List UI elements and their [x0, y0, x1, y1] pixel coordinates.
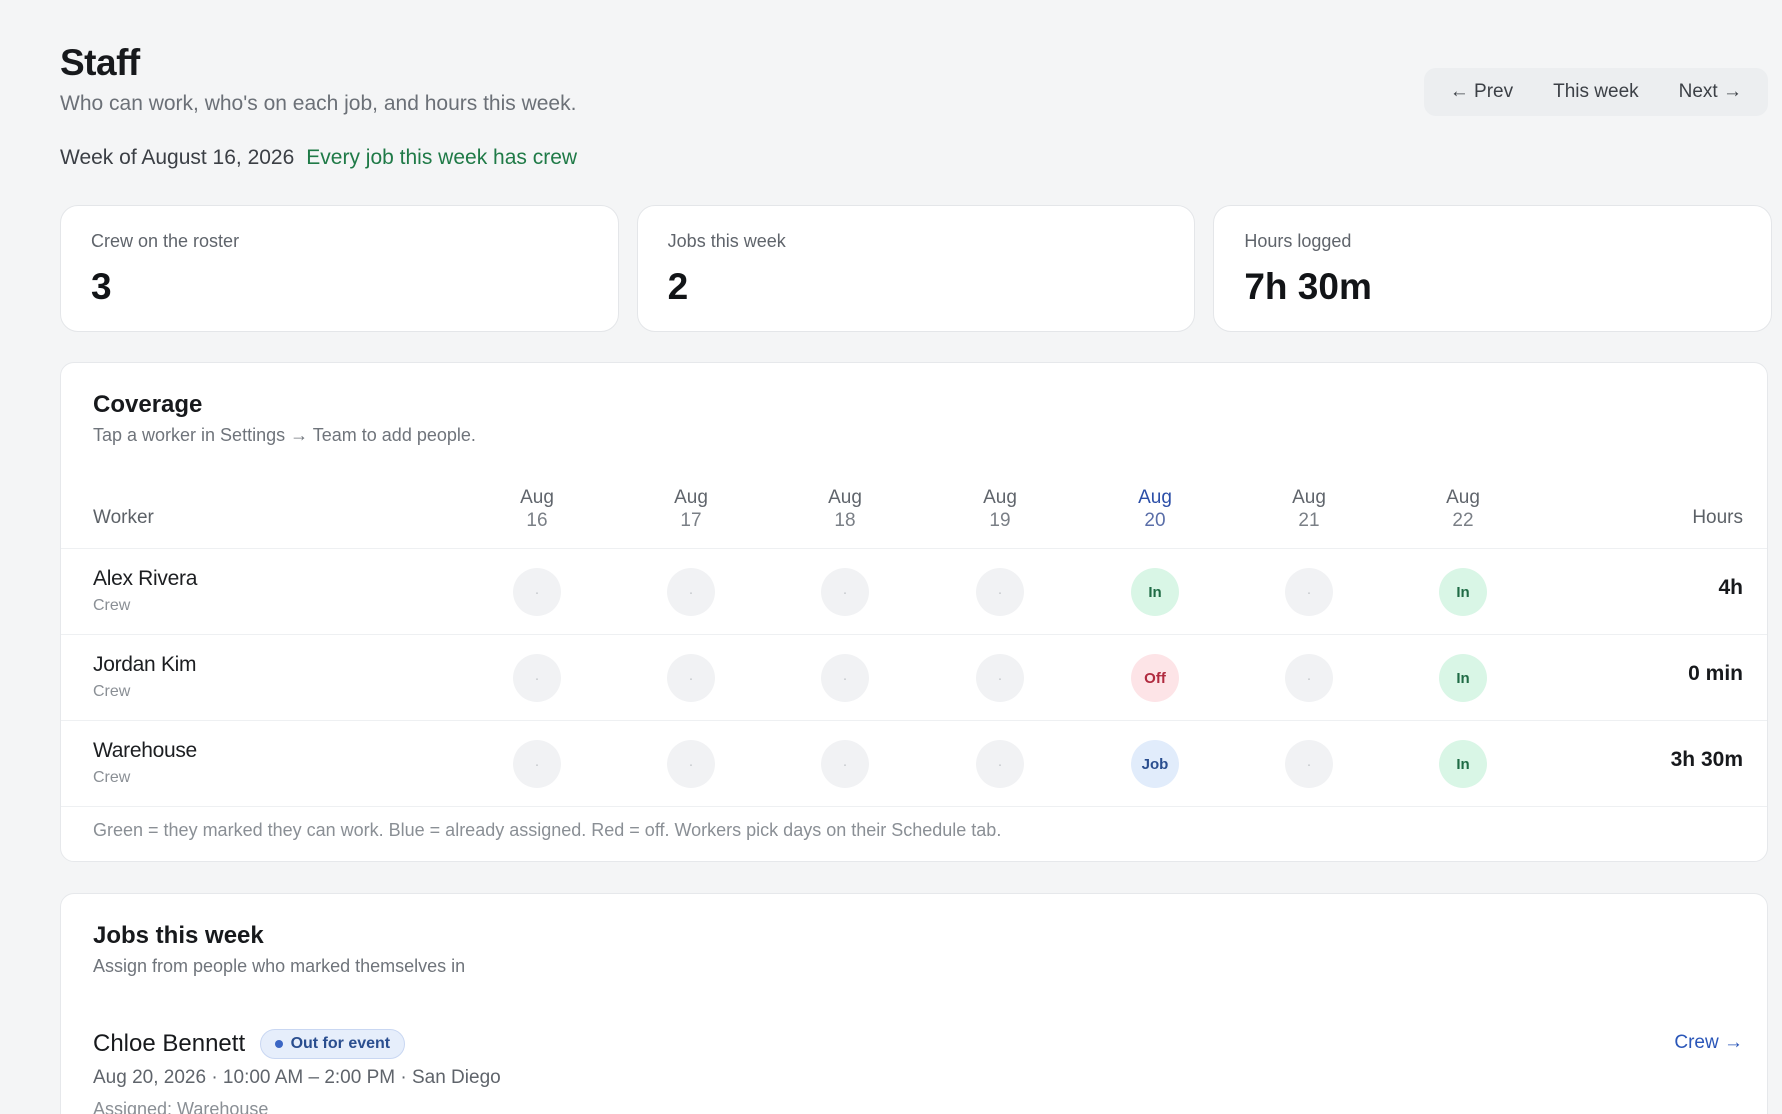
day-header: Aug 17	[661, 486, 721, 532]
day-month: Aug	[520, 487, 554, 508]
day-header: Aug 16	[507, 486, 567, 532]
job-client-name: Chloe Bennett	[93, 1030, 246, 1057]
stat-card-crew: Crew on the roster 3	[60, 205, 619, 332]
page-header: Staff Who can work, who's on each job, a…	[60, 42, 577, 170]
status-dot-icon	[274, 1040, 283, 1048]
coverage-subtitle: Tap a worker in Settings → Team to add p…	[93, 425, 476, 445]
stat-value: 3	[91, 266, 112, 307]
job-assigned: Assigned: Warehouse	[93, 1099, 269, 1114]
day-month: Aug	[1138, 487, 1172, 508]
stat-card-jobs: Jobs this week 2	[636, 205, 1196, 332]
worker-row[interactable]: Alex Rivera Crew · · · · In · In 4h	[61, 549, 1767, 635]
day-cell-empty[interactable]: ·	[513, 740, 561, 788]
week-row: Week of August 16, 2026 Every job this w…	[60, 146, 577, 170]
coverage-legend: Green = they marked they can work. Blue …	[93, 820, 1002, 840]
day-number: 16	[526, 510, 548, 531]
job-crew-link[interactable]: Crew →	[1674, 1032, 1743, 1054]
day-cell-empty[interactable]: ·	[667, 654, 715, 702]
coverage-grid: Worker Aug 16 Aug 17 Aug 18 Aug 19 Aug 20 Aug…	[61, 481, 1767, 807]
next-week-button[interactable]: Next →	[1659, 68, 1762, 116]
page-title: Staff	[60, 42, 140, 83]
stat-value: 7h 30m	[1244, 266, 1372, 307]
worker-hours: 3h 30m	[1670, 748, 1743, 771]
stats-row: Crew on the roster 3 Jobs this week 2 Ho…	[60, 205, 1773, 332]
day-cell-in[interactable]: In	[1131, 568, 1179, 616]
jobs-title: Jobs this week	[93, 922, 264, 949]
coverage-grid-header: Worker Aug 16 Aug 17 Aug 18 Aug 19 Aug 20 Aug…	[61, 481, 1767, 549]
day-header: Aug 19	[970, 486, 1030, 532]
job-status-label: Out for event	[290, 1035, 391, 1052]
stat-label: Crew on the roster	[91, 231, 240, 251]
day-cell-empty[interactable]: ·	[1285, 654, 1333, 702]
staff-page: Staff Who can work, who's on each job, a…	[0, 0, 1782, 1114]
day-cell-empty[interactable]: ·	[1285, 568, 1333, 616]
worker-role: Crew	[93, 597, 131, 614]
stat-label: Hours logged	[1244, 231, 1352, 251]
day-month: Aug	[1292, 487, 1326, 508]
job-meta: Aug 20, 2026 · 10:00 AM – 2:00 PM · San …	[93, 1067, 501, 1088]
day-number: 22	[1452, 510, 1474, 531]
jobs-card: Jobs this week Assign from people who ma…	[60, 893, 1768, 1114]
worker-row[interactable]: Warehouse Crew · · · · Job · In 3h 30m	[61, 721, 1767, 807]
hours-column-header: Hours	[1692, 507, 1743, 528]
day-header-today: Aug 20	[1125, 486, 1185, 532]
day-month: Aug	[674, 487, 708, 508]
day-cell-empty[interactable]: ·	[513, 654, 561, 702]
worker-name: Warehouse	[93, 739, 197, 762]
worker-hours: 4h	[1718, 576, 1743, 599]
stat-card-hours: Hours logged 7h 30m	[1213, 205, 1773, 332]
day-number: 21	[1298, 510, 1320, 531]
day-header: Aug 18	[815, 486, 875, 532]
day-cell-empty[interactable]: ·	[667, 568, 715, 616]
day-cell-empty[interactable]: ·	[976, 568, 1024, 616]
worker-column-header: Worker	[93, 507, 154, 528]
day-number: 19	[989, 510, 1011, 531]
stat-value: 2	[667, 266, 689, 307]
day-month: Aug	[1446, 487, 1480, 508]
jobs-subtitle: Assign from people who marked themselves…	[93, 956, 466, 976]
day-number: 20	[1144, 510, 1166, 531]
day-number: 17	[680, 510, 702, 531]
day-header: Aug 22	[1433, 486, 1493, 532]
job-status-badge: Out for event	[259, 1029, 406, 1059]
day-cell-empty[interactable]: ·	[821, 654, 869, 702]
day-cell-in[interactable]: In	[1439, 654, 1487, 702]
week-label: Week of August 16, 2026	[60, 146, 295, 169]
day-cell-off[interactable]: Off	[1131, 654, 1179, 702]
page-subtitle: Who can work, who's on each job, and hou…	[60, 92, 577, 115]
day-cell-empty[interactable]: ·	[976, 740, 1024, 788]
worker-role: Crew	[93, 683, 131, 700]
day-cell-empty[interactable]: ·	[821, 568, 869, 616]
day-month: Aug	[983, 487, 1017, 508]
day-cell-empty[interactable]: ·	[1285, 740, 1333, 788]
day-cell-empty[interactable]: ·	[513, 568, 561, 616]
day-cell-empty[interactable]: ·	[667, 740, 715, 788]
worker-hours: 0 min	[1688, 662, 1743, 685]
stat-label: Jobs this week	[667, 231, 786, 251]
day-cell-in[interactable]: In	[1439, 740, 1487, 788]
prev-week-button[interactable]: ← Prev	[1430, 68, 1533, 116]
day-cell-empty[interactable]: ·	[976, 654, 1024, 702]
day-cell-in[interactable]: In	[1439, 568, 1487, 616]
day-number: 18	[834, 510, 856, 531]
week-nav: ← Prev This week Next →	[1423, 68, 1768, 116]
day-cell-job[interactable]: Job	[1131, 740, 1179, 788]
day-header: Aug 21	[1279, 486, 1339, 532]
job-item: Chloe Bennett Out for event Aug 20, 2026…	[93, 1029, 1743, 1114]
worker-row[interactable]: Jordan Kim Crew · · · · Off · In 0 min	[61, 635, 1767, 721]
worker-name: Jordan Kim	[93, 653, 197, 676]
this-week-button[interactable]: This week	[1533, 68, 1659, 116]
day-month: Aug	[828, 487, 862, 508]
worker-name: Alex Rivera	[93, 567, 198, 590]
coverage-card: Coverage Tap a worker in Settings → Team…	[60, 362, 1768, 862]
coverage-title: Coverage	[93, 391, 203, 418]
worker-role: Crew	[93, 769, 131, 786]
week-status: Every job this week has crew	[306, 146, 578, 169]
day-cell-empty[interactable]: ·	[821, 740, 869, 788]
